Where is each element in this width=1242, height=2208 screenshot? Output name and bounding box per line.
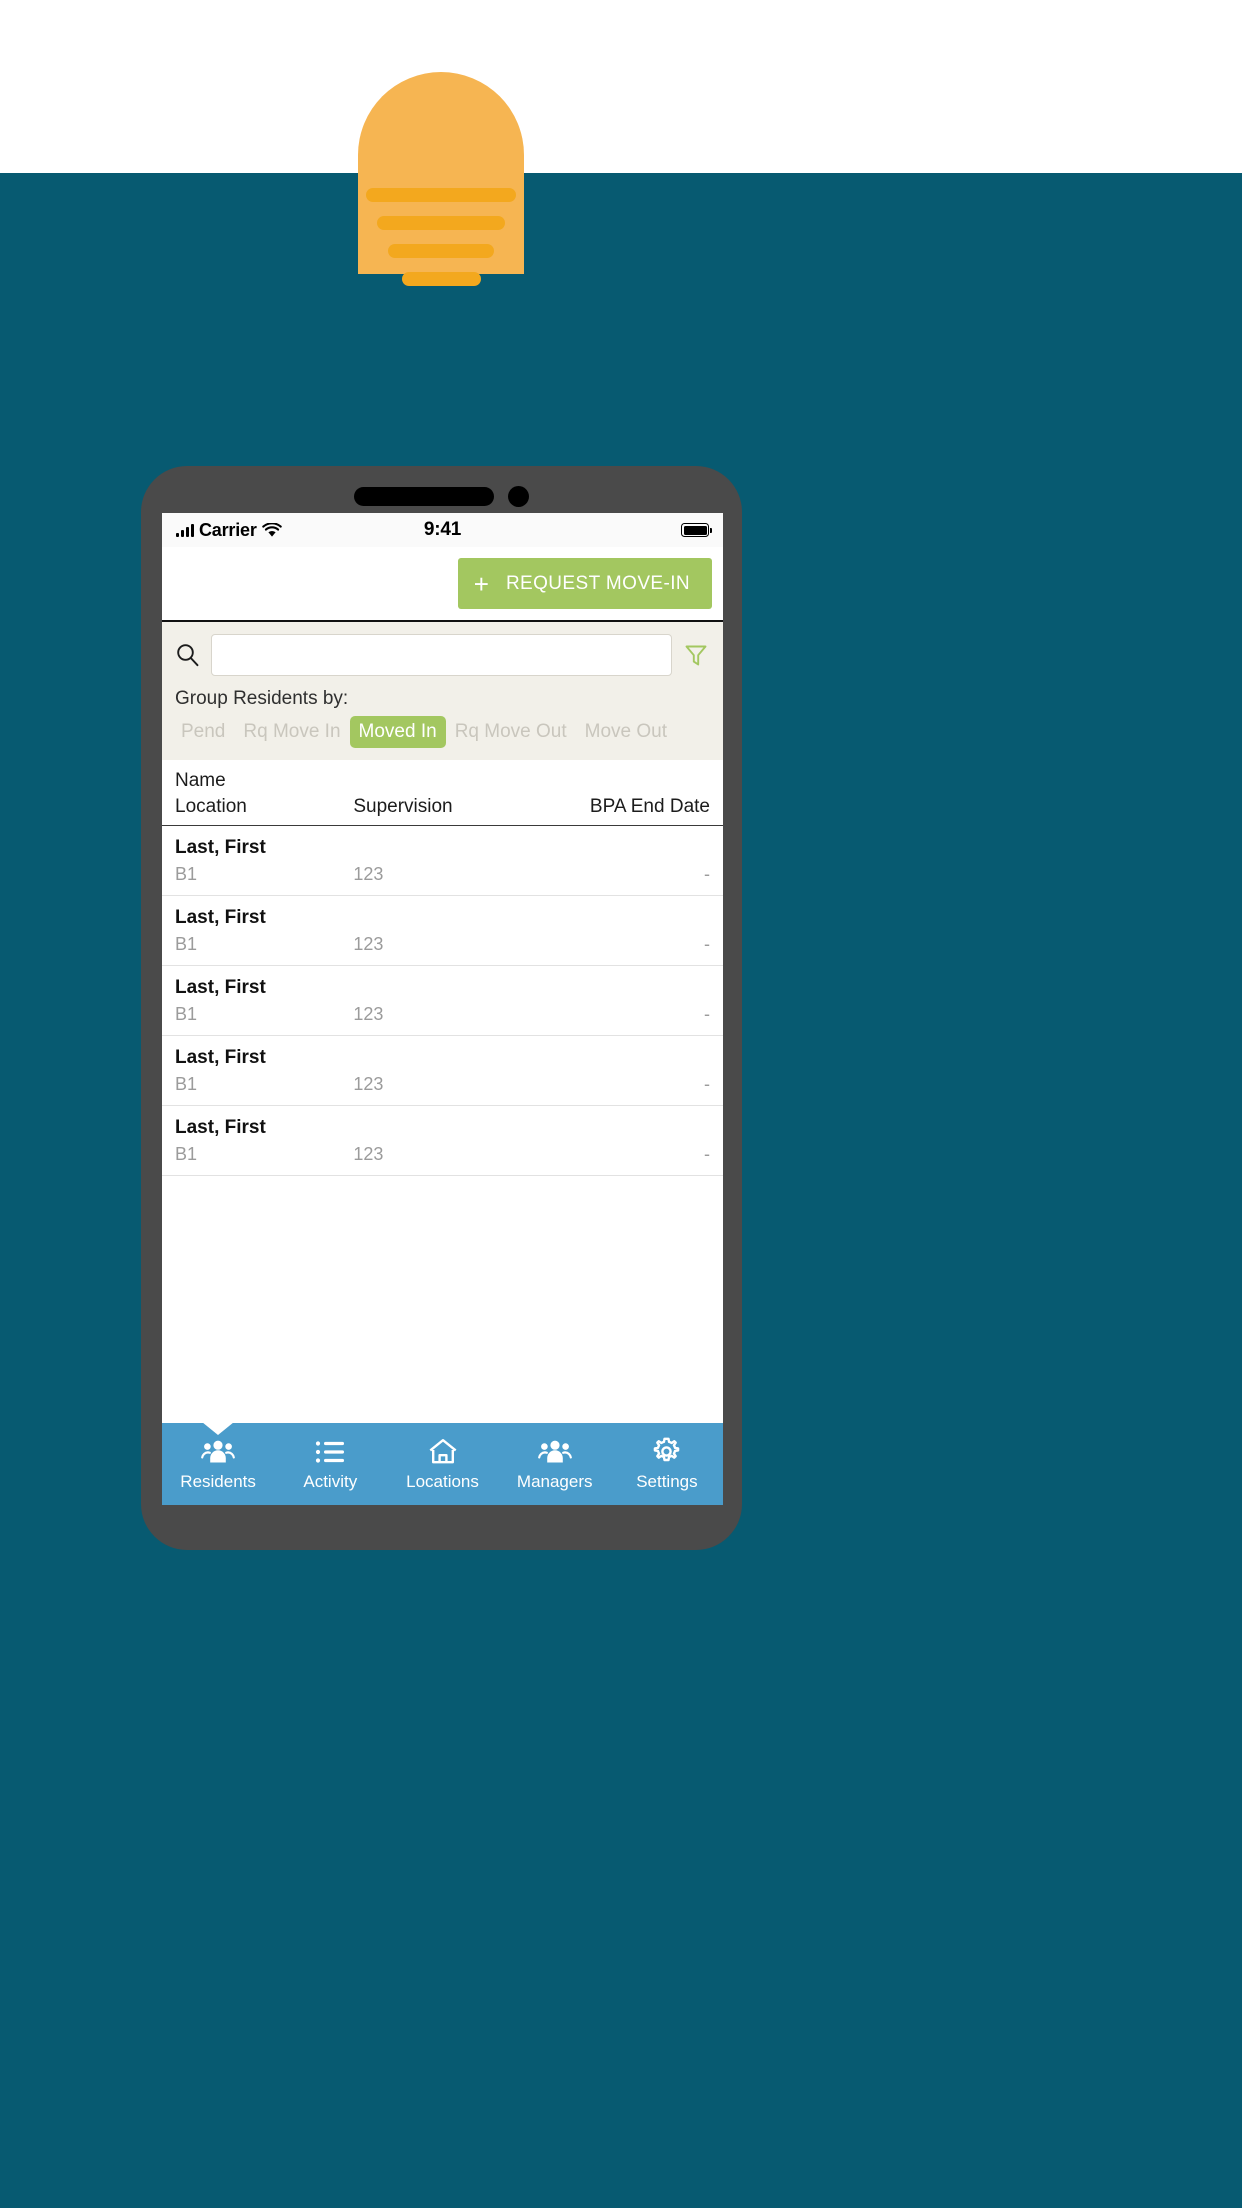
nav-item-activity[interactable]: Activity	[274, 1423, 386, 1505]
column-header-location: Location	[175, 796, 247, 817]
resident-name: Last, First	[175, 907, 266, 928]
phone-device-frame: Carrier 9:41 + REQUEST MOVE-IN Group Res…	[141, 466, 742, 1550]
nav-item-managers[interactable]: Managers	[499, 1423, 611, 1505]
resident-name: Last, First	[175, 837, 266, 858]
resident-name: Last, First	[175, 1047, 266, 1068]
phone-notch	[353, 485, 530, 507]
phone-screen: Carrier 9:41 + REQUEST MOVE-IN Group Res…	[162, 513, 723, 1505]
status-bar: Carrier 9:41	[162, 513, 723, 547]
resident-bpa-end-date: -	[703, 1144, 710, 1164]
home-icon	[426, 1437, 460, 1467]
plus-icon: +	[473, 568, 489, 599]
group-by-label: Group Residents by:	[175, 688, 349, 709]
nav-label-activity: Activity	[303, 1471, 358, 1491]
resident-supervision: 123	[353, 1004, 384, 1024]
list-icon	[313, 1437, 347, 1467]
table-row[interactable]: Last, First B1 123 -	[162, 1036, 723, 1106]
notch-camera	[507, 485, 529, 507]
tab-rq-move-out[interactable]: Rq Move Out	[446, 716, 576, 748]
resident-location: B1	[175, 1004, 198, 1024]
nav-label-locations: Locations	[406, 1471, 479, 1491]
tab-rq-move-in[interactable]: Rq Move In	[234, 716, 349, 748]
action-bar: + REQUEST MOVE-IN	[162, 547, 723, 622]
column-header-name: Name	[175, 770, 226, 791]
bottom-navigation: Residents Activity Locations Managers Se…	[162, 1423, 723, 1505]
resident-supervision: 123	[353, 864, 384, 884]
nav-label-managers: Managers	[516, 1471, 593, 1491]
table-header: Name Location Supervision BPA End Date	[162, 760, 723, 826]
tab-pend[interactable]: Pend	[172, 716, 234, 748]
gear-icon	[650, 1437, 684, 1467]
resident-location: B1	[175, 1074, 198, 1094]
filter-funnel-icon[interactable]	[682, 641, 710, 669]
notch-speaker	[353, 486, 494, 506]
resident-bpa-end-date: -	[703, 864, 710, 884]
people-group-icon	[537, 1437, 572, 1467]
sun-ray-2	[377, 216, 505, 230]
resident-list: Last, First B1 123 - Last, First B1 123 …	[162, 826, 723, 1423]
resident-bpa-end-date: -	[703, 1074, 710, 1094]
sun-ray-4	[402, 272, 481, 286]
search-input[interactable]	[211, 634, 672, 676]
nav-item-locations[interactable]: Locations	[386, 1423, 498, 1505]
sun-ray-3	[388, 244, 494, 258]
resident-location: B1	[175, 864, 198, 884]
nav-item-residents[interactable]: Residents	[162, 1423, 274, 1505]
filter-section: Group Residents by: Pend Rq Move In Move…	[162, 622, 723, 760]
table-row[interactable]: Last, First B1 123 -	[162, 966, 723, 1036]
resident-name: Last, First	[175, 977, 266, 998]
nav-item-settings[interactable]: Settings	[611, 1423, 723, 1505]
sun-ray-1	[366, 188, 516, 202]
page-root: Carrier 9:41 + REQUEST MOVE-IN Group Res…	[0, 0, 1242, 2208]
table-row[interactable]: Last, First B1 123 -	[162, 826, 723, 896]
search-row	[162, 622, 723, 684]
resident-supervision: 123	[353, 1074, 384, 1094]
table-row[interactable]: Last, First B1 123 -	[162, 1106, 723, 1176]
resident-bpa-end-date: -	[703, 934, 710, 954]
search-icon	[175, 642, 201, 668]
resident-location: B1	[175, 934, 198, 954]
people-group-icon	[201, 1437, 235, 1467]
resident-location: B1	[175, 1144, 198, 1164]
battery-full-icon	[681, 523, 712, 537]
column-header-bpa-end-date: BPA End Date	[589, 796, 710, 817]
group-by-tabs: Pend Rq Move In Moved In Rq Move Out Mov…	[162, 716, 723, 760]
status-bar-time: 9:41	[423, 519, 462, 540]
tab-moved-in[interactable]: Moved In	[349, 716, 446, 748]
resident-name: Last, First	[175, 1117, 266, 1138]
status-bar-right	[681, 523, 712, 537]
resident-bpa-end-date: -	[703, 1004, 710, 1024]
nav-label-residents: Residents	[180, 1471, 256, 1491]
column-header-supervision: Supervision	[353, 796, 453, 817]
sunset-logo	[358, 72, 524, 286]
tab-move-out[interactable]: Move Out	[576, 716, 676, 748]
request-move-in-label: REQUEST MOVE-IN	[505, 572, 690, 594]
resident-supervision: 123	[353, 1144, 384, 1164]
resident-supervision: 123	[353, 934, 384, 954]
request-move-in-button[interactable]: + REQUEST MOVE-IN	[457, 558, 712, 609]
nav-label-settings: Settings	[636, 1471, 698, 1491]
table-row[interactable]: Last, First B1 123 -	[162, 896, 723, 966]
